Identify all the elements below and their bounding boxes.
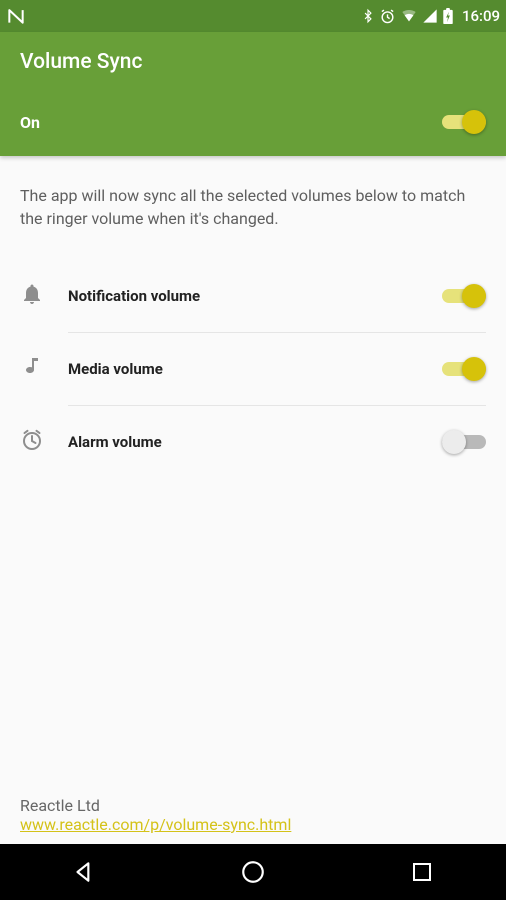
wifi-icon xyxy=(400,8,418,24)
notification-toggle[interactable] xyxy=(442,284,486,308)
music-note-icon xyxy=(20,355,44,383)
nav-home-button[interactable] xyxy=(213,844,293,900)
nav-back-button[interactable] xyxy=(44,844,124,900)
alarm-clock-icon xyxy=(20,428,44,456)
app-title: Volume Sync xyxy=(20,50,486,74)
master-toggle-label: On xyxy=(20,113,442,132)
navigation-bar xyxy=(0,844,506,900)
alarm-toggle[interactable] xyxy=(442,430,486,454)
bell-icon xyxy=(20,282,44,310)
status-bar: 16:09 xyxy=(0,0,506,32)
master-toggle-row: On xyxy=(20,110,486,134)
signal-icon xyxy=(422,8,438,24)
setting-row-media[interactable]: Media volume xyxy=(20,333,486,405)
footer-link[interactable]: www.reactle.com/p/volume-sync.html xyxy=(20,815,291,834)
setting-row-alarm[interactable]: Alarm volume xyxy=(20,406,486,478)
media-toggle[interactable] xyxy=(442,357,486,381)
footer-company: Reactle Ltd xyxy=(20,796,486,815)
nav-recents-button[interactable] xyxy=(382,844,462,900)
status-clock: 16:09 xyxy=(462,7,500,25)
bluetooth-icon xyxy=(361,8,375,24)
volume-settings-list: Notification volume Media volume xyxy=(20,260,486,478)
alarm-status-icon xyxy=(379,8,396,25)
setting-row-notification[interactable]: Notification volume xyxy=(20,260,486,332)
footer: Reactle Ltd www.reactle.com/p/volume-syn… xyxy=(20,796,486,844)
battery-charging-icon xyxy=(442,8,454,25)
setting-label: Media volume xyxy=(68,360,442,378)
android-n-icon xyxy=(6,6,26,26)
master-toggle[interactable] xyxy=(442,110,486,134)
description-text: The app will now sync all the selected v… xyxy=(20,156,486,260)
setting-label: Notification volume xyxy=(68,287,442,305)
app-bar: Volume Sync On xyxy=(0,32,506,156)
setting-label: Alarm volume xyxy=(68,433,442,451)
